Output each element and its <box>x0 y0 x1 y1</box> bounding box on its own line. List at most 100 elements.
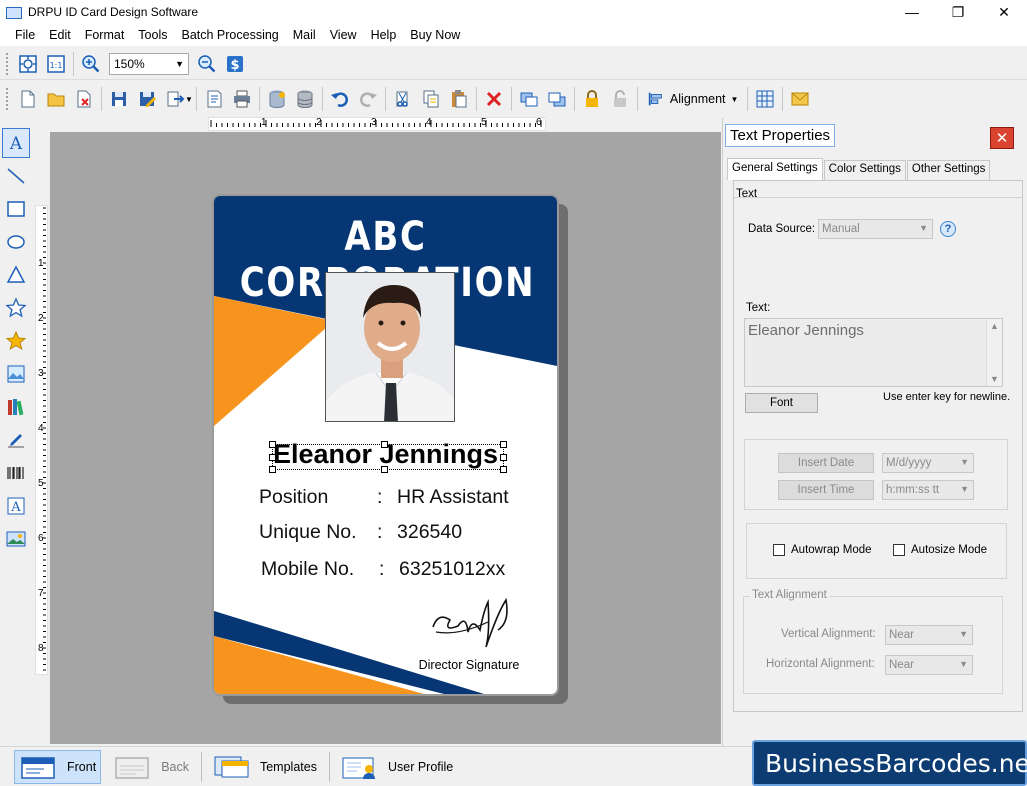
director-signature-label[interactable]: Director Signature <box>384 658 554 672</box>
close-window-button[interactable]: ✕ <box>981 0 1027 24</box>
star-tool-button[interactable] <box>2 293 30 323</box>
image-tool-button[interactable] <box>2 359 30 389</box>
tab-color-settings[interactable]: Color Settings <box>823 160 906 180</box>
back-side-button[interactable]: Back <box>109 750 193 784</box>
vertical-alignment-select[interactable]: Near ▼ <box>885 625 973 645</box>
restore-button[interactable]: ❐ <box>935 0 981 24</box>
database-button[interactable] <box>263 85 291 113</box>
ruler-label: 7 <box>38 588 44 599</box>
zoom-out-button[interactable] <box>193 50 221 78</box>
templates-button[interactable]: Templates <box>208 750 321 784</box>
scroll-up-icon[interactable]: ▲ <box>990 321 999 331</box>
id-card-front[interactable]: ABC CORPORATION Eleanor Jennings Positio… <box>212 194 559 696</box>
time-format-select[interactable]: h:mm:ss tt ▼ <box>882 480 974 500</box>
rectangle-tool-button[interactable] <box>2 194 30 224</box>
library-books-icon <box>8 399 24 416</box>
horizontal-alignment-select[interactable]: Near ▼ <box>885 655 973 675</box>
undo-button[interactable] <box>326 85 354 113</box>
minimize-button[interactable]: — <box>889 0 935 24</box>
print-button[interactable] <box>228 85 256 113</box>
autosize-mode-checkbox[interactable]: Autosize Mode <box>893 544 987 556</box>
data-source-select[interactable]: Manual ▼ <box>818 219 933 239</box>
scroll-down-icon[interactable]: ▼ <box>990 374 999 384</box>
autowrap-checkbox-box[interactable] <box>773 544 785 556</box>
mobile-no-row[interactable]: Mobile No. : 63251012xx <box>261 558 505 581</box>
autosize-checkbox-box[interactable] <box>893 544 905 556</box>
tab-general-settings[interactable]: General Settings <box>727 158 823 180</box>
employee-photo[interactable] <box>325 272 455 422</box>
library-tool-button[interactable] <box>2 392 30 422</box>
menu-file[interactable]: File <box>8 28 42 42</box>
horizontal-alignment-label: Horizontal Alignment: <box>766 658 875 670</box>
position-row[interactable]: Position : HR Assistant <box>259 486 509 509</box>
menu-help[interactable]: Help <box>364 28 404 42</box>
grid-button[interactable] <box>751 85 779 113</box>
zoom-select[interactable]: 150% ▼ <box>109 52 189 75</box>
unique-no-row[interactable]: Unique No. : 326540 <box>259 521 462 544</box>
vertical-alignment-value: Near <box>889 629 914 641</box>
resize-handle[interactable] <box>500 454 507 461</box>
menu-format[interactable]: Format <box>78 28 132 42</box>
resize-handle[interactable] <box>500 441 507 448</box>
insert-date-button[interactable]: Insert Date <box>778 453 874 473</box>
signature-tool-button[interactable] <box>2 425 30 455</box>
redo-button[interactable] <box>354 85 382 113</box>
lock-button[interactable] <box>578 85 606 113</box>
resize-handle[interactable] <box>381 466 388 473</box>
save-button[interactable] <box>105 85 133 113</box>
line-tool-button[interactable] <box>2 161 30 191</box>
resize-handle[interactable] <box>381 441 388 448</box>
font-button[interactable]: Font <box>745 393 818 413</box>
user-profile-button[interactable]: User Profile <box>336 750 457 784</box>
save-as-button[interactable] <box>133 85 161 113</box>
paste-button[interactable] <box>445 85 473 113</box>
menu-view[interactable]: View <box>323 28 364 42</box>
copy-button[interactable] <box>417 85 445 113</box>
menu-buy-now[interactable]: Buy Now <box>403 28 467 42</box>
zoom-in-button[interactable] <box>77 50 105 78</box>
front-side-button[interactable]: Front <box>14 749 102 784</box>
shapes-tool-button[interactable] <box>2 326 30 356</box>
resize-handle[interactable] <box>500 466 507 473</box>
ellipse-tool-button[interactable] <box>2 227 30 257</box>
alignment-dropdown[interactable]: Alignment ▼ <box>641 86 745 112</box>
fit-to-window-button[interactable] <box>14 50 42 78</box>
help-icon[interactable]: ? <box>940 221 956 237</box>
close-document-button[interactable] <box>70 85 98 113</box>
pricing-button[interactable]: $ <box>221 50 249 78</box>
resize-handle[interactable] <box>269 466 276 473</box>
autowrap-mode-checkbox[interactable]: Autowrap Mode <box>773 544 872 556</box>
tab-other-settings[interactable]: Other Settings <box>906 160 991 180</box>
insert-time-button[interactable]: Insert Time <box>778 480 874 500</box>
text-scrollbar[interactable]: ▲ ▼ <box>986 319 1002 386</box>
delete-button[interactable] <box>480 85 508 113</box>
selection-box[interactable] <box>269 441 507 473</box>
resize-handle[interactable] <box>269 454 276 461</box>
export-dropdown-icon[interactable]: ▼ <box>185 95 193 104</box>
cut-button[interactable] <box>389 85 417 113</box>
barcode-tool-button[interactable] <box>2 458 30 488</box>
text-alignment-group: Text Alignment <box>743 589 1003 694</box>
panel-close-button[interactable]: ✕ <box>990 127 1014 149</box>
menu-mail[interactable]: Mail <box>286 28 323 42</box>
email-button[interactable] <box>786 85 814 113</box>
send-backward-button[interactable] <box>543 85 571 113</box>
database-list-button[interactable] <box>291 85 319 113</box>
menu-tools[interactable]: Tools <box>131 28 174 42</box>
triangle-tool-button[interactable] <box>2 260 30 290</box>
text-tool-button[interactable]: A <box>2 128 30 158</box>
date-format-select[interactable]: M/d/yyyy ▼ <box>882 453 974 473</box>
actual-size-button[interactable]: 1:1 <box>42 50 70 78</box>
resize-handle[interactable] <box>269 441 276 448</box>
new-button[interactable] <box>14 85 42 113</box>
open-button[interactable] <box>42 85 70 113</box>
unlock-button[interactable] <box>606 85 634 113</box>
director-signature-image[interactable] <box>428 592 518 652</box>
picture-tool-button[interactable] <box>2 524 30 554</box>
bring-forward-button[interactable] <box>515 85 543 113</box>
menu-batch-processing[interactable]: Batch Processing <box>174 28 285 42</box>
print-preview-button[interactable] <box>200 85 228 113</box>
text-content-input[interactable]: Eleanor Jennings ▲ ▼ <box>744 318 1003 387</box>
watermark-tool-button[interactable]: A <box>2 491 30 521</box>
menu-edit[interactable]: Edit <box>42 28 78 42</box>
